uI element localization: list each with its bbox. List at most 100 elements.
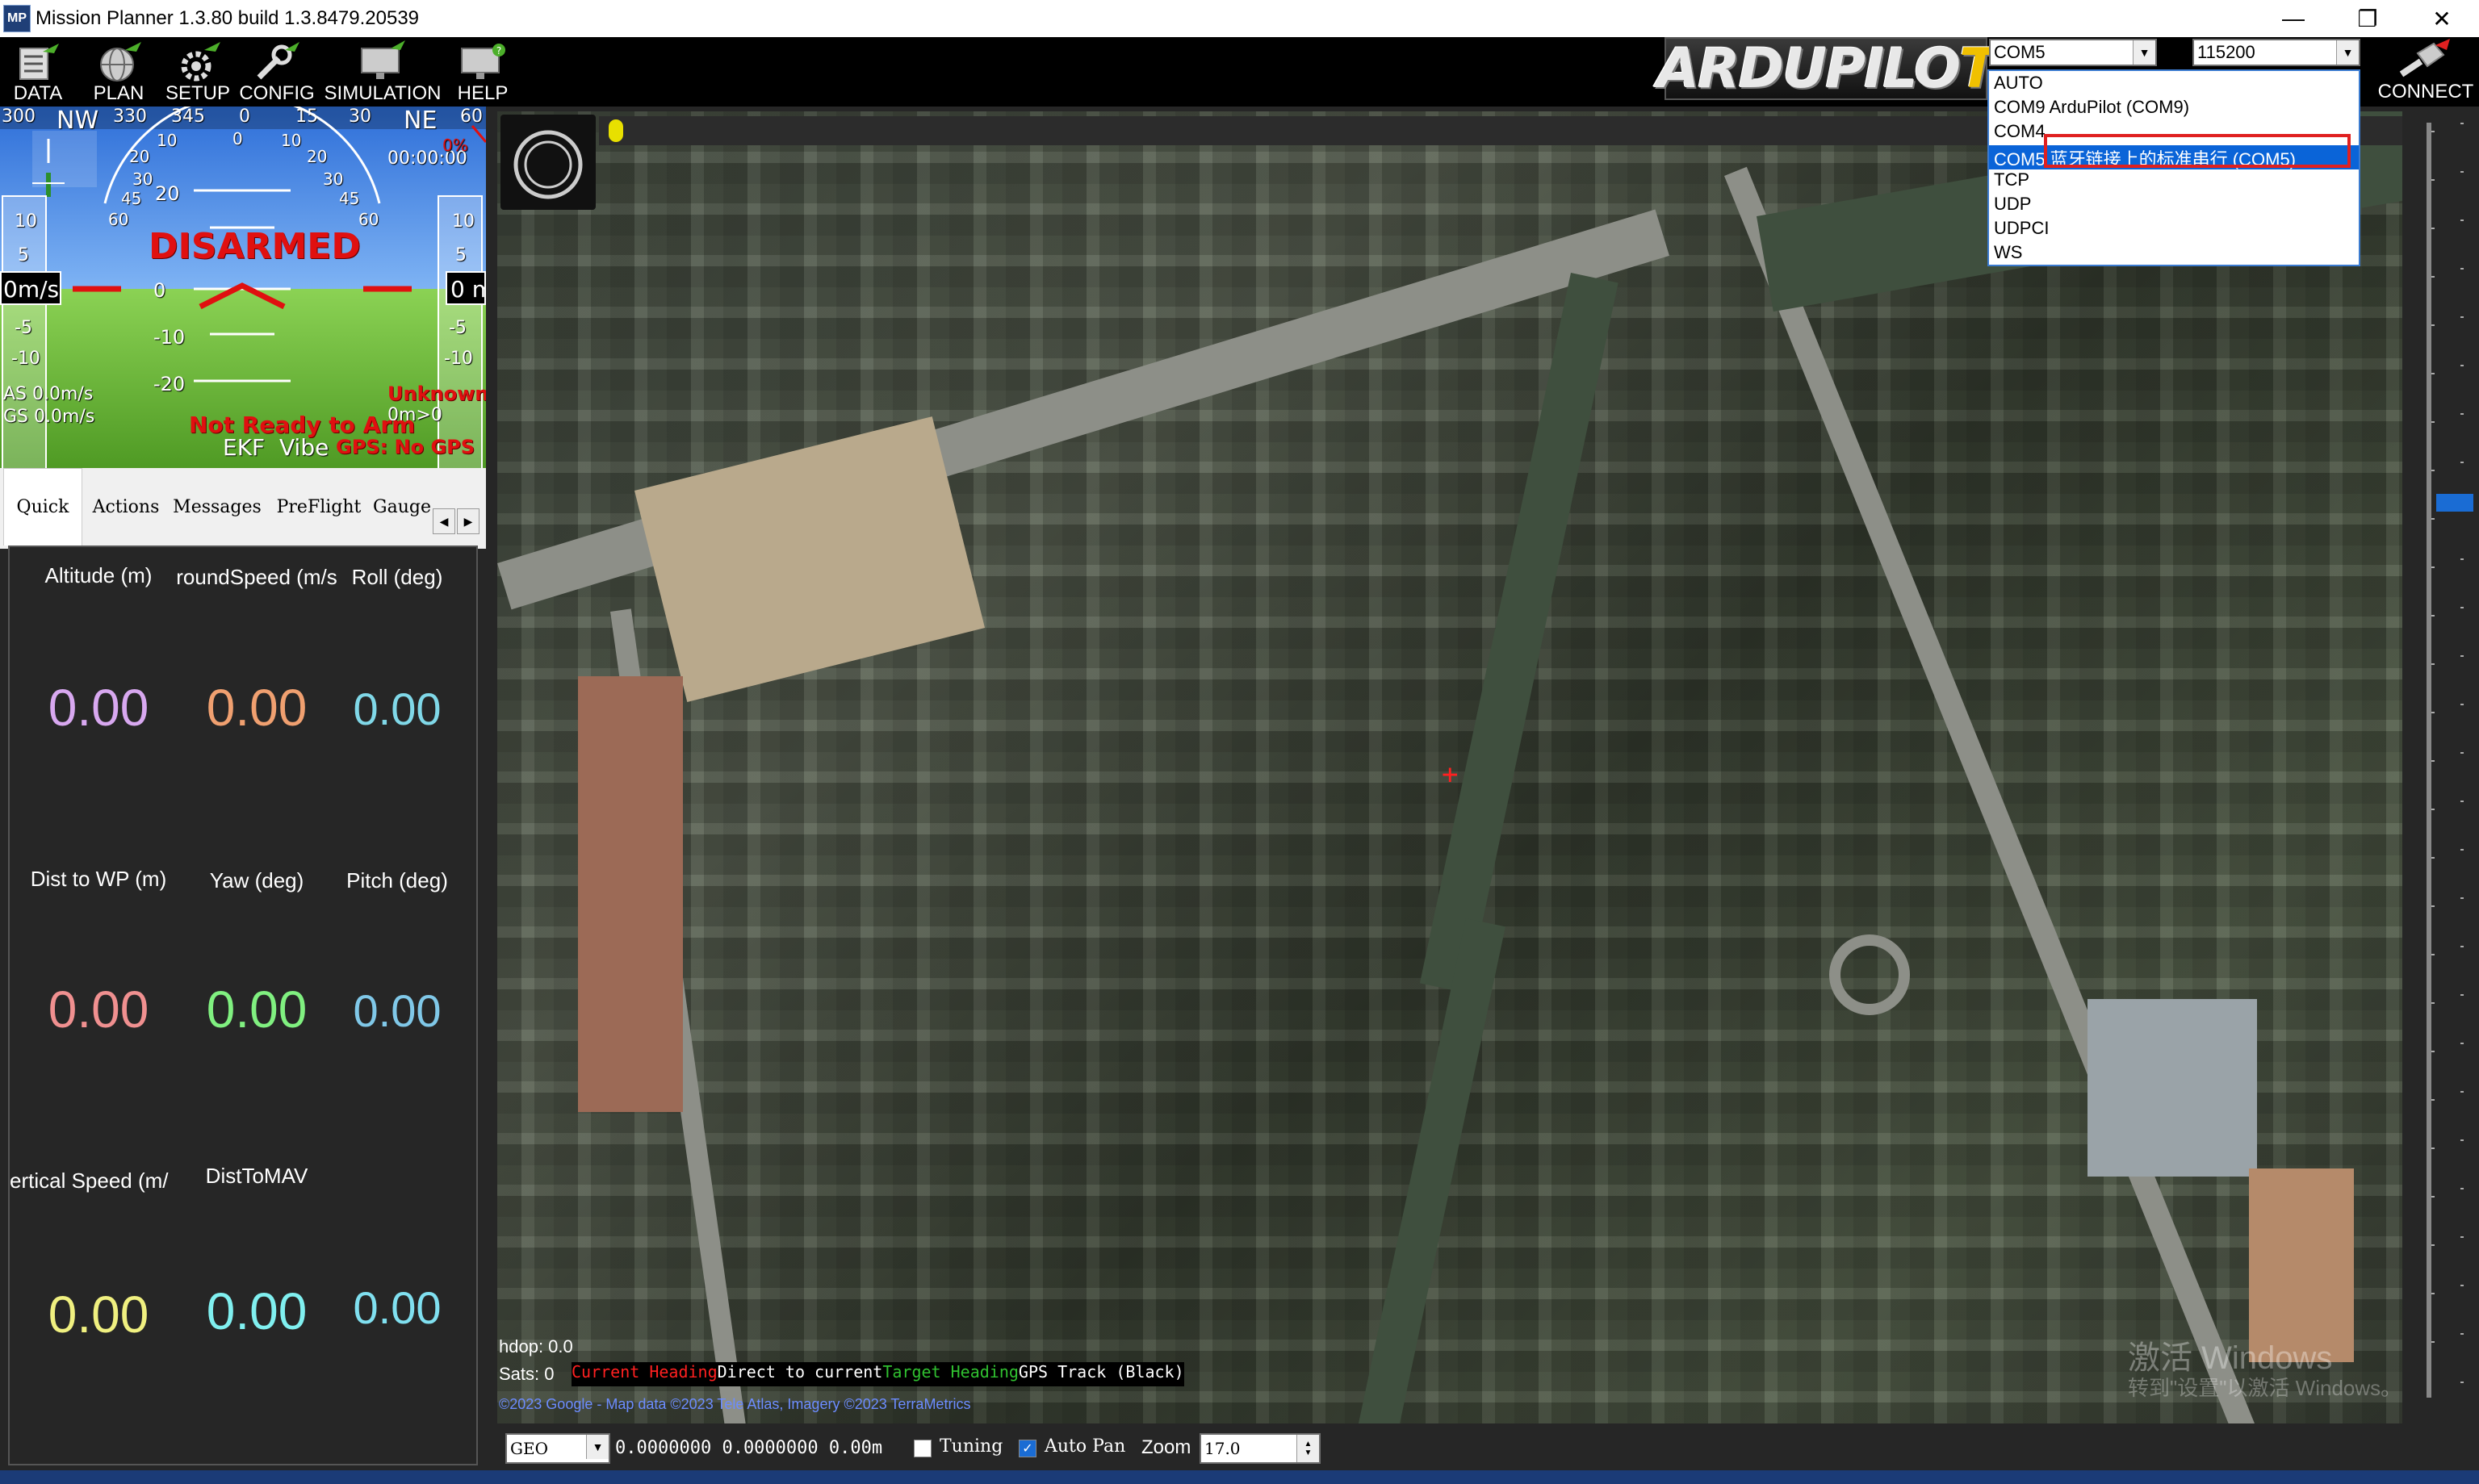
tab-actions[interactable]: Actions [84, 468, 168, 546]
minimize-button[interactable]: — [2256, 0, 2330, 37]
altitude-readout-box: 0 m [446, 271, 486, 305]
chevron-down-icon[interactable]: ▼ [2336, 40, 2359, 65]
quick-value[interactable]: 0.00 [316, 984, 478, 1037]
quick-label: DistToMAV [205, 1164, 308, 1188]
tab-messages[interactable]: Messages [170, 468, 265, 546]
port-dropdown-list: AUTO COM9 ArduPilot (COM9) COM4 COM5 蓝牙链… [1987, 69, 2360, 266]
toolbar-setup-label: SETUP [165, 82, 230, 104]
roll-label: 60 [358, 210, 379, 229]
legend-direct-to-current: Direct to current [717, 1362, 883, 1382]
roll-label: 20 [307, 147, 328, 166]
legend-current-heading: Current Heading [572, 1362, 718, 1382]
roll-label: 10 [157, 131, 178, 150]
zoom-value: 17.0 [1204, 1439, 1241, 1458]
altitude-tick: -10 [444, 349, 473, 369]
quick-value[interactable]: 0.00 [10, 678, 187, 738]
port-option[interactable]: TCP [1994, 169, 2029, 194]
windows-activation-subtext: 转到"设置"以激活 Windows。 [2128, 1376, 2402, 1400]
sats-readout: Sats: 0 [499, 1364, 555, 1384]
pitch-label: -20 [153, 373, 186, 395]
cursor-coordinates: 0.0000000 0.0000000 0.00m [615, 1438, 883, 1458]
zoom-slider-handle[interactable] [2436, 494, 2473, 512]
tab-scroll-right-button[interactable]: ▶ [457, 508, 479, 534]
arm-status: DISARMED [149, 226, 361, 267]
port-option[interactable]: COM9 ArduPilot (COM9) [1994, 97, 2189, 121]
tab-strip: Quick Actions Messages PreFlight Gauge [0, 468, 486, 549]
tab-quick[interactable]: Quick [3, 468, 82, 546]
zoom-ticks [2460, 123, 2464, 1398]
vibe-indicator[interactable]: Vibe [279, 434, 329, 461]
port-option[interactable]: AUTO [1994, 73, 2043, 97]
speed-readout: 0m/s [3, 276, 60, 303]
flight-mode: Unknown [387, 382, 486, 405]
altitude-tick: 10 [452, 211, 475, 232]
coordinate-system-select[interactable]: GEO ▼ [505, 1433, 610, 1464]
ardupilot-logo: ARDUPILOT [1657, 37, 1997, 101]
port-select-value: COM5 [1994, 42, 2046, 62]
maximize-button[interactable]: ❐ [2330, 0, 2405, 37]
zoom-ticks [2431, 131, 2435, 1390]
toolbar-setup-button[interactable]: SETUP [163, 37, 232, 107]
tuning-checkbox[interactable] [914, 1440, 932, 1457]
track-slider-handle[interactable] [609, 119, 623, 142]
roll-label: 45 [121, 189, 142, 208]
baud-select-value: 115200 [2197, 42, 2255, 62]
port-option[interactable]: UDPCI [1994, 218, 2049, 242]
tab-gauges[interactable]: Gauge [373, 468, 431, 546]
hud-panel: 300 NW 330 345 0 15 30 NE 60 10 0 10 20 … [0, 107, 486, 468]
roll-label: 30 [323, 169, 344, 189]
connect-button[interactable]: CONNECT [2373, 37, 2478, 107]
toolbar-help-button[interactable]: ? HELP [450, 37, 515, 107]
map-roundabout [1829, 934, 1910, 1015]
port-option[interactable]: WS [1994, 242, 2022, 266]
quick-value[interactable]: 0.00 [10, 980, 187, 1039]
auto-pan-label: Auto Pan [1045, 1436, 1126, 1457]
help-monitor-icon: ? [461, 44, 505, 79]
toolbar-config-button[interactable]: CONFIG [239, 37, 315, 107]
toolbar-plan-button[interactable]: PLAN [84, 37, 153, 107]
port-select[interactable]: COM5 ▼ [1989, 39, 2157, 66]
toolbar-data-label: DATA [13, 82, 63, 104]
tuning-label: Tuning [940, 1436, 1003, 1457]
map-road [1724, 166, 2261, 1423]
quick-label: Altitude (m) [44, 563, 153, 587]
gps-status: GPS: No GPS [336, 436, 475, 458]
plan-globe-icon [100, 42, 141, 82]
window-title: Mission Planner 1.3.80 build 1.3.8479.20… [36, 7, 420, 29]
altitude-tick: 5 [455, 245, 467, 265]
stepper-arrows-icon[interactable]: ▲ ▼ [1296, 1435, 1319, 1462]
coordinate-system-value: GEO [510, 1439, 548, 1458]
toolbar-plan-label: PLAN [93, 82, 144, 104]
port-option[interactable]: UDP [1994, 194, 2031, 218]
tab-scroll-left-button[interactable]: ◀ [433, 508, 455, 534]
chevron-down-icon[interactable]: ▼ [586, 1435, 609, 1459]
port-option[interactable]: COM4 [1994, 121, 2046, 145]
altitude-readout: 0 m [450, 276, 484, 303]
toolbar-config-label: CONFIG [239, 82, 315, 104]
quick-value[interactable]: 0.00 [10, 1285, 187, 1344]
baud-select[interactable]: 115200 ▼ [2192, 39, 2360, 66]
chevron-down-icon[interactable]: ▼ [2133, 40, 2155, 65]
tab-preflight[interactable]: PreFlight [266, 468, 371, 546]
legend-gps-track: GPS Track (Black) [1018, 1362, 1184, 1382]
quick-label: Roll (deg) [351, 565, 443, 589]
speed-tick: 10 [15, 211, 37, 232]
zoom-label: Zoom [1141, 1436, 1191, 1458]
close-button[interactable]: ✕ [2405, 0, 2479, 37]
auto-pan-checkbox[interactable]: ✓ [1019, 1440, 1036, 1457]
map-view[interactable]: + hdop: 0.0 Sats: 0 Current Heading Dire… [497, 111, 2406, 1423]
window-controls: — ❐ ✕ [2256, 0, 2479, 37]
quick-value[interactable]: 0.00 [316, 1281, 478, 1334]
ekf-indicator[interactable]: EKF [223, 434, 265, 461]
roll-label: 20 [129, 147, 150, 166]
toolbar-data-button[interactable]: DATA [3, 37, 73, 107]
pitch-label: -10 [153, 326, 186, 349]
toolbar-simulation-button[interactable]: SIMULATION [325, 37, 441, 107]
speed-tick: 5 [18, 245, 29, 265]
map-status-bar: GEO ▼ 0.0000000 0.0000000 0.00m Tuning ✓… [496, 1428, 2406, 1470]
quick-value[interactable]: 0.00 [316, 683, 478, 735]
highlight-annotation-box [2044, 134, 2351, 168]
zoom-stepper[interactable]: 17.0 ▲ ▼ [1200, 1433, 1321, 1464]
groundspeed-readout: GS 0.0m/s [3, 407, 95, 427]
hdop-readout: hdop: 0.0 [499, 1336, 573, 1357]
